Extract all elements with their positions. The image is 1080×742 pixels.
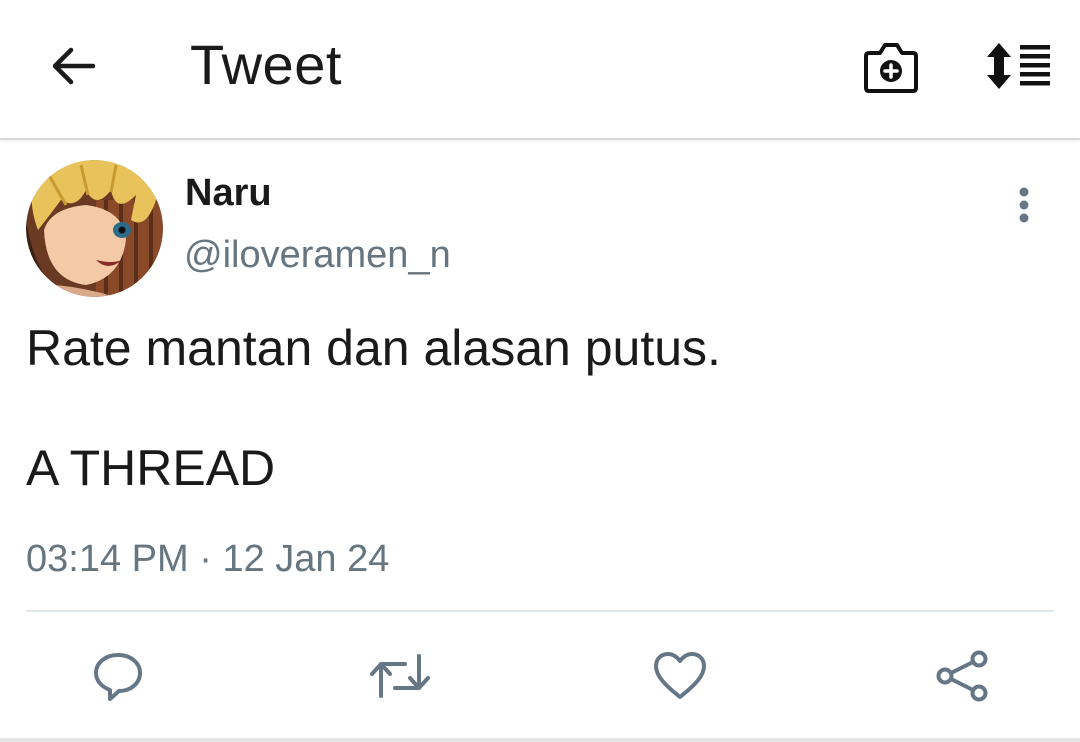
sort-button[interactable]	[982, 36, 1054, 96]
heart-icon	[654, 652, 706, 699]
display-name[interactable]: Naru	[185, 170, 272, 216]
camera-button[interactable]	[860, 36, 922, 98]
divider	[26, 610, 1054, 612]
like-button[interactable]	[648, 644, 712, 708]
tweet-date: 12 Jan 24	[222, 538, 390, 580]
share-button[interactable]	[930, 644, 994, 708]
avatar[interactable]	[26, 160, 163, 297]
tweet-card: Naru @iloveramen_n Rate mantan dan alasa…	[0, 140, 1080, 742]
share-icon	[936, 650, 988, 702]
more-options-button[interactable]	[1002, 180, 1046, 230]
avatar-image	[26, 160, 163, 297]
back-button[interactable]	[40, 36, 106, 96]
retweet-icon	[370, 654, 430, 698]
tweet-time: 03:14 PM	[26, 538, 189, 580]
arrow-left-icon	[52, 47, 96, 85]
top-app-bar: Tweet	[0, 0, 1080, 140]
user-handle[interactable]: @iloveramen_n	[184, 232, 451, 278]
more-vertical-icon	[1019, 187, 1029, 223]
retweet-button[interactable]	[368, 644, 432, 708]
bottom-divider	[0, 738, 1080, 742]
tweet-text: Rate mantan dan alasan putus. A THREAD	[26, 318, 1046, 498]
tweet-text-line-1: Rate mantan dan alasan putus.	[26, 320, 721, 376]
page-title: Tweet	[190, 33, 342, 96]
tweet-timestamp: 03:14 PM · 12 Jan 24	[26, 536, 389, 582]
reply-button[interactable]	[86, 644, 150, 708]
camera-add-icon	[864, 43, 918, 93]
reply-icon	[94, 653, 142, 701]
meta-separator: ·	[188, 538, 223, 580]
tweet-text-line-2: A THREAD	[26, 440, 276, 496]
sort-list-icon	[987, 43, 1050, 89]
